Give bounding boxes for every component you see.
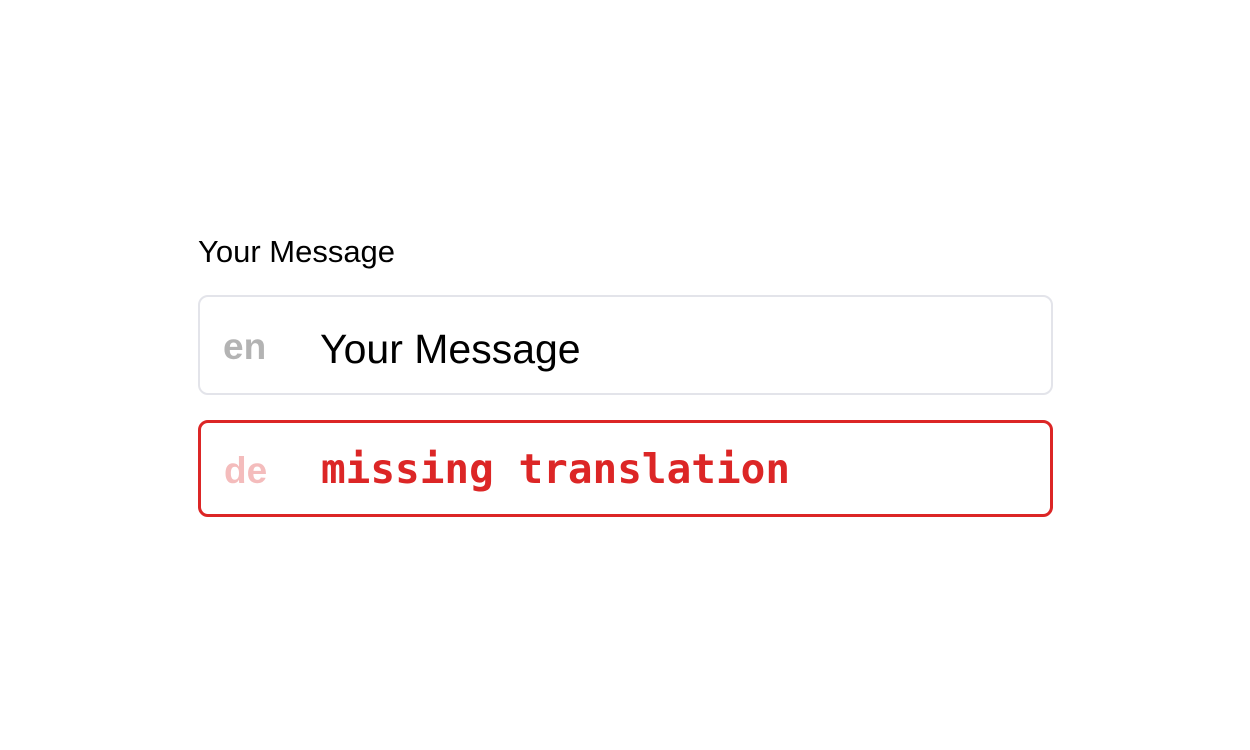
language-code-de: de	[224, 450, 268, 491]
translation-row-en[interactable]: en	[198, 295, 1053, 395]
translation-row-de[interactable]: de missing translation	[198, 420, 1053, 517]
field-label: Your Message	[198, 234, 396, 269]
missing-translation-text[interactable]: missing translation	[321, 449, 790, 490]
language-code-en: en	[223, 326, 267, 367]
translation-input-en[interactable]	[320, 326, 1020, 373]
translation-field: Your Message en de missing translation	[198, 232, 1053, 517]
